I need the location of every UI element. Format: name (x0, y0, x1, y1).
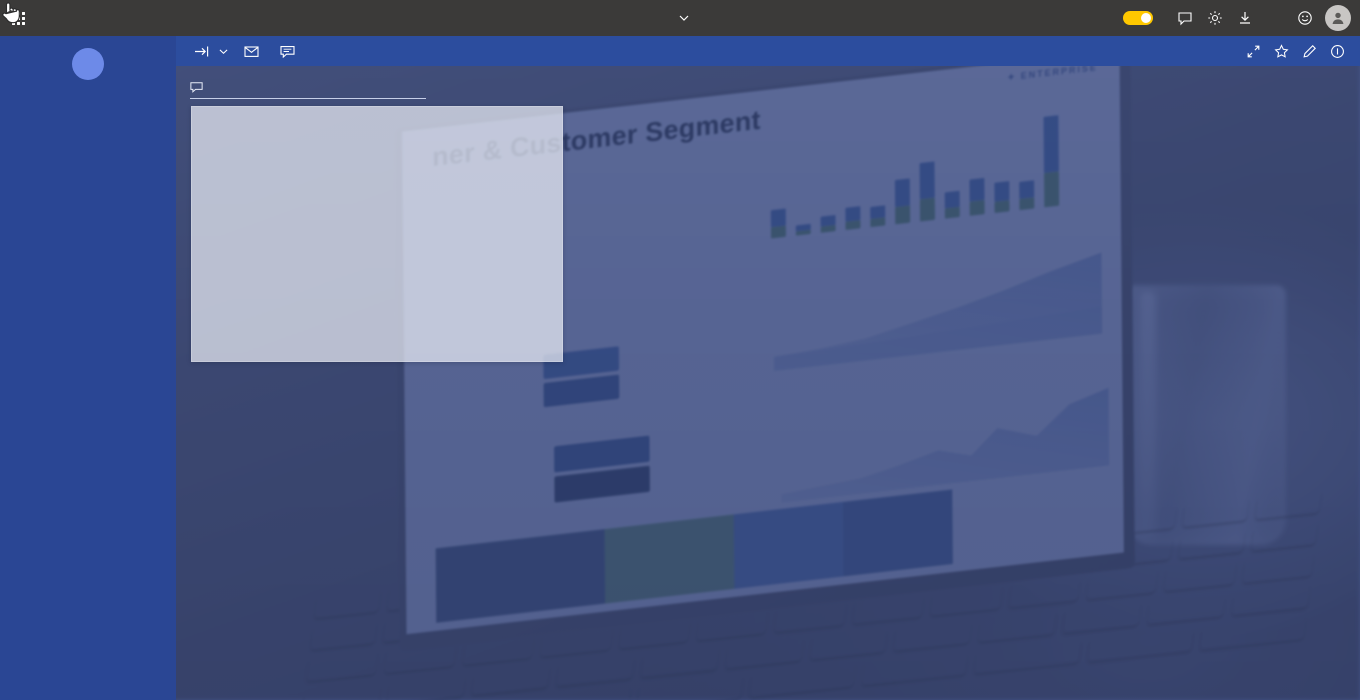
top-navigation-bar (0, 0, 1360, 36)
edit-pencil-icon[interactable] (1296, 40, 1322, 62)
smiley-icon[interactable] (1292, 5, 1318, 31)
new-look-toggle[interactable] (1123, 11, 1162, 25)
command-bar (176, 36, 1360, 66)
export-button[interactable] (186, 41, 236, 62)
favorite-star-icon[interactable] (1268, 40, 1294, 62)
donut-chart-svg[interactable] (192, 141, 563, 362)
gear-icon[interactable] (1202, 5, 1228, 31)
chevron-down-icon (219, 48, 228, 54)
chevron-down-icon (679, 15, 688, 21)
dashboard-title-dropdown[interactable] (550, 13, 810, 23)
new-look-toggle-switch[interactable] (1123, 11, 1153, 25)
comment-icon (280, 45, 295, 58)
app-launcher-icon[interactable] (0, 0, 36, 36)
donut-chart[interactable] (192, 141, 563, 362)
export-icon (195, 46, 209, 56)
comments-button[interactable] (272, 41, 308, 62)
feedback-icon[interactable] (1172, 5, 1198, 31)
mail-icon (244, 45, 259, 57)
subscribe-button[interactable] (236, 41, 272, 62)
dashboard-tile-total-profits[interactable] (191, 106, 563, 362)
qna-chat-icon (190, 81, 203, 93)
more-options-button[interactable] (308, 47, 324, 55)
app-avatar (72, 48, 104, 80)
left-navigation-pane (0, 36, 176, 700)
info-icon[interactable] (1324, 40, 1350, 62)
dashboard-canvas (176, 66, 1360, 700)
qna-search-input[interactable] (190, 75, 426, 99)
top-bar-tools (1123, 5, 1360, 31)
help-icon[interactable] (1262, 5, 1288, 31)
command-bar-right-tools (1240, 40, 1350, 62)
download-icon[interactable] (1232, 5, 1258, 31)
fullscreen-icon[interactable] (1240, 40, 1266, 62)
account-avatar[interactable] (1325, 5, 1351, 31)
